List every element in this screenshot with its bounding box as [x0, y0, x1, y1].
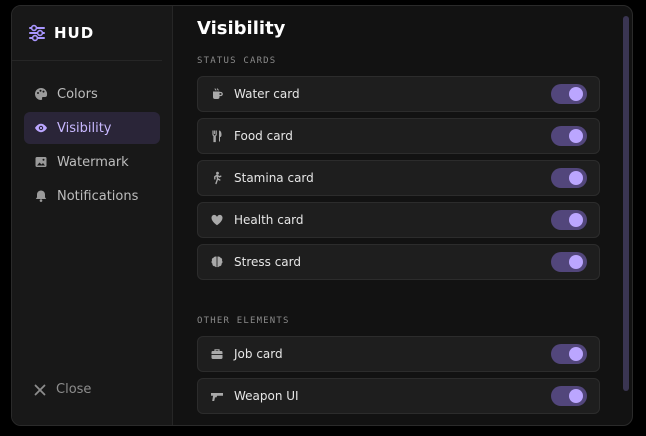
running-person-icon [214, 171, 222, 185]
health-card-toggle[interactable] [551, 210, 587, 230]
water-drop-icon [213, 88, 223, 99]
sidebar-item-label: Visibility [57, 120, 112, 136]
brain-icon [211, 256, 223, 268]
weapon-ui-toggle[interactable] [551, 386, 587, 406]
briefcase-icon [211, 349, 223, 359]
sidebar-item-label: Notifications [57, 188, 139, 204]
sidebar: HUD Colors Visibility Watermark Notifica… [12, 6, 173, 425]
app-name: HUD [54, 24, 95, 42]
setting-row-weapon-ui: Weapon UI [197, 378, 600, 414]
sidebar-item-label: Colors [57, 86, 98, 102]
gun-icon [211, 393, 223, 401]
setting-row-food-card: Food card [197, 118, 600, 154]
toggle-knob [569, 171, 583, 185]
close-icon [34, 384, 46, 395]
settings-window: HUD Colors Visibility Watermark Notifica… [11, 5, 633, 426]
stress-card-toggle[interactable] [551, 252, 587, 272]
app-logo: HUD [12, 6, 162, 61]
setting-row-stamina-card: Stamina card [197, 160, 600, 196]
setting-label: Job card [234, 347, 283, 361]
palette-icon [35, 87, 48, 100]
setting-row-stress-card: Stress card [197, 244, 600, 280]
setting-label: Weapon UI [234, 389, 299, 403]
scrollbar[interactable] [623, 16, 629, 391]
toggle-knob [569, 129, 583, 143]
water-card-toggle[interactable] [551, 84, 587, 104]
toggle-knob [569, 87, 583, 101]
sidebar-nav: Colors Visibility Watermark Notification… [12, 61, 172, 212]
image-icon [35, 157, 47, 167]
sidebar-item-colors[interactable]: Colors [24, 78, 160, 110]
utensils-icon [212, 130, 222, 143]
page-title: Visibility [197, 18, 286, 39]
setting-label: Food card [234, 129, 293, 143]
close-label: Close [56, 382, 92, 397]
setting-label: Stress card [234, 255, 301, 269]
setting-label: Health card [234, 213, 304, 227]
sidebar-item-visibility[interactable]: Visibility [24, 112, 160, 144]
bell-icon [35, 190, 47, 202]
section-label-status-cards: STATUS CARDS [197, 56, 277, 66]
toggle-knob [569, 389, 583, 403]
toggle-knob [569, 255, 583, 269]
section-label-other-elements: OTHER ELEMENTS [197, 316, 290, 326]
heart-icon [211, 214, 223, 226]
toggle-knob [569, 213, 583, 227]
food-card-toggle[interactable] [551, 126, 587, 146]
toggle-knob [569, 347, 583, 361]
setting-row-water-card: Water card [197, 76, 600, 112]
sidebar-item-label: Watermark [57, 154, 129, 170]
sidebar-item-notifications[interactable]: Notifications [24, 180, 160, 212]
main-panel: Visibility STATUS CARDS Water card Food … [173, 6, 632, 425]
sidebar-item-watermark[interactable]: Watermark [24, 146, 160, 178]
sliders-icon [29, 24, 45, 42]
stamina-card-toggle[interactable] [551, 168, 587, 188]
setting-row-health-card: Health card [197, 202, 600, 238]
eye-icon [35, 123, 47, 133]
job-card-toggle[interactable] [551, 344, 587, 364]
close-button[interactable]: Close [34, 382, 91, 397]
setting-row-job-card: Job card [197, 336, 600, 372]
setting-label: Water card [234, 87, 300, 101]
setting-label: Stamina card [234, 171, 314, 185]
